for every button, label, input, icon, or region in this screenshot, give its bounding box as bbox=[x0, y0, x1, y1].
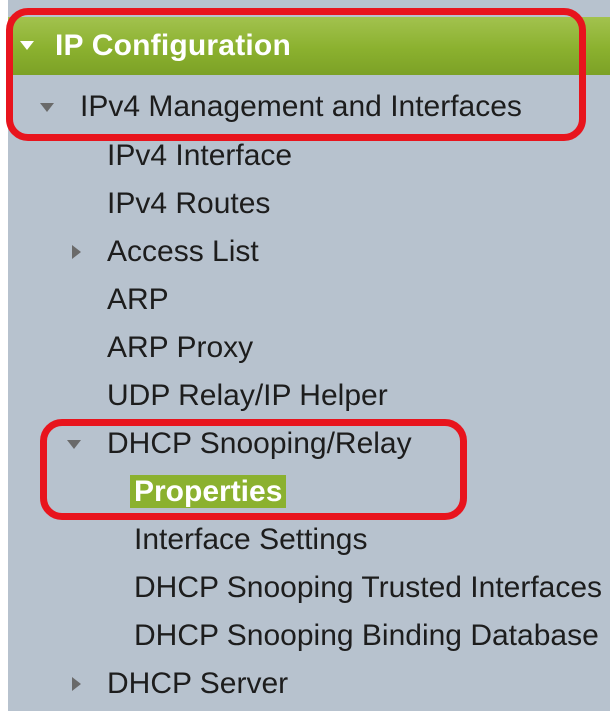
nav-item-ipv4-interface[interactable]: IPv4 Interface bbox=[107, 139, 292, 173]
nav-section-ip-configuration[interactable]: IP Configuration bbox=[8, 17, 610, 75]
nav-group-ipv4-management[interactable]: IPv4 Management and Interfaces bbox=[8, 90, 610, 124]
nav-item-ipv4-routes[interactable]: IPv4 Routes bbox=[107, 187, 270, 221]
nav-item-label: DHCP Snooping/Relay bbox=[107, 427, 412, 460]
nav-item-dhcp-snooping-binding-database[interactable]: DHCP Snooping Binding Database bbox=[134, 619, 599, 653]
navigation-panel: IP Configuration IPv4 Management and Int… bbox=[0, 0, 610, 711]
panel-left-margin bbox=[0, 0, 8, 711]
caret-down-icon bbox=[40, 103, 54, 112]
nav-item-arp-proxy[interactable]: ARP Proxy bbox=[107, 331, 253, 365]
caret-right-icon bbox=[72, 245, 81, 259]
nav-item-arp[interactable]: ARP bbox=[107, 283, 169, 317]
nav-item-label: Access List bbox=[107, 235, 259, 268]
nav-item-interface-settings[interactable]: Interface Settings bbox=[134, 523, 367, 557]
caret-down-icon bbox=[67, 440, 81, 449]
nav-item-dhcp-snooping-trusted-interfaces[interactable]: DHCP Snooping Trusted Interfaces bbox=[134, 571, 602, 605]
nav-group-label: IPv4 Management and Interfaces bbox=[80, 90, 522, 123]
nav-item-dhcp-server[interactable]: DHCP Server bbox=[8, 667, 610, 701]
nav-item-access-list[interactable]: Access List bbox=[8, 235, 610, 269]
nav-item-udp-relay[interactable]: UDP Relay/IP Helper bbox=[107, 379, 388, 413]
nav-item-label: DHCP Server bbox=[107, 667, 289, 700]
nav-item-dhcp-snooping-relay[interactable]: DHCP Snooping/Relay bbox=[8, 427, 610, 461]
caret-right-icon bbox=[72, 677, 81, 691]
section-title: IP Configuration bbox=[55, 29, 291, 62]
nav-item-properties[interactable]: Properties bbox=[130, 475, 287, 509]
caret-down-icon bbox=[20, 41, 34, 50]
selected-item-label: Properties bbox=[130, 475, 287, 508]
